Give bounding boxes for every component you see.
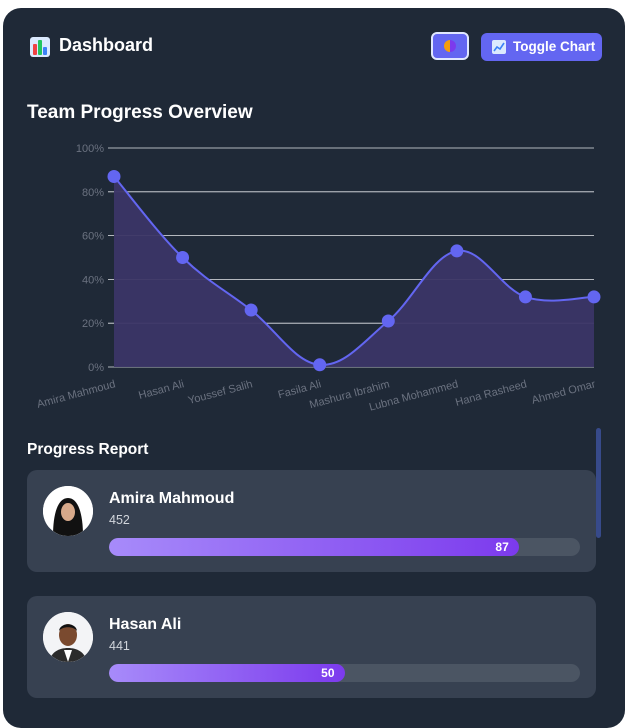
toggle-chart-button[interactable]: Toggle Chart bbox=[481, 33, 602, 61]
row-score: 441 bbox=[109, 639, 130, 653]
progress-value: 87 bbox=[495, 540, 509, 554]
y-tick-label: 20% bbox=[82, 318, 104, 330]
progress-value: 50 bbox=[321, 666, 335, 680]
progress-row: Amira Mahmoud 452 87 bbox=[27, 470, 596, 572]
y-tick-label: 80% bbox=[82, 187, 104, 199]
data-point bbox=[107, 169, 121, 183]
line-chart-icon bbox=[492, 40, 506, 54]
row-name: Amira Mahmoud bbox=[109, 490, 235, 507]
data-point bbox=[381, 314, 395, 328]
y-tick-label: 60% bbox=[82, 231, 104, 243]
theme-toggle-button[interactable] bbox=[431, 32, 469, 60]
x-tick-label: Amira Mahmoud bbox=[36, 378, 117, 410]
data-point bbox=[450, 244, 464, 258]
progress-report-title: Progress Report bbox=[27, 441, 149, 458]
y-tick-label: 40% bbox=[82, 274, 104, 286]
dashboard-card: Dashboard Toggle Chart Team Progress Ove… bbox=[3, 8, 625, 728]
y-tick-label: 0% bbox=[88, 362, 104, 374]
x-tick-label: Hana Rasheed bbox=[454, 378, 528, 409]
x-tick-label: Hasan Ali bbox=[137, 378, 185, 402]
x-tick-label: Youssef Salih bbox=[187, 378, 254, 407]
progress-bar: 50 bbox=[109, 664, 580, 682]
avatar bbox=[43, 486, 93, 536]
progress-bar-fill: 87 bbox=[109, 538, 519, 556]
chart-section-title: Team Progress Overview bbox=[27, 102, 253, 123]
toggle-chart-label: Toggle Chart bbox=[513, 39, 596, 54]
dashboard-title: Dashboard bbox=[59, 35, 154, 55]
scrollbar[interactable] bbox=[596, 428, 601, 538]
dashboard-header: Dashboard Toggle Chart bbox=[3, 8, 625, 86]
data-point bbox=[313, 358, 327, 372]
data-point bbox=[587, 290, 601, 304]
data-point bbox=[244, 303, 258, 317]
theme-toggle-icon bbox=[444, 40, 456, 52]
progress-bar: 87 bbox=[109, 538, 580, 556]
area-fill bbox=[114, 176, 594, 367]
team-progress-chart: 0% 20% 40% 60% 80% 100% Amira Mahmoud Hasan Ali… bbox=[36, 143, 601, 414]
y-tick-label: 100% bbox=[76, 143, 104, 155]
data-point bbox=[518, 290, 532, 304]
progress-row: Hasan Ali 441 50 bbox=[27, 596, 596, 698]
progress-bar-fill: 50 bbox=[109, 664, 345, 682]
avatar bbox=[43, 612, 93, 662]
row-score: 452 bbox=[109, 513, 130, 527]
data-point bbox=[176, 251, 190, 264]
row-name: Hasan Ali bbox=[109, 616, 182, 633]
bar-chart-icon bbox=[30, 37, 50, 57]
x-tick-label: Ahmed Omar bbox=[530, 378, 597, 407]
